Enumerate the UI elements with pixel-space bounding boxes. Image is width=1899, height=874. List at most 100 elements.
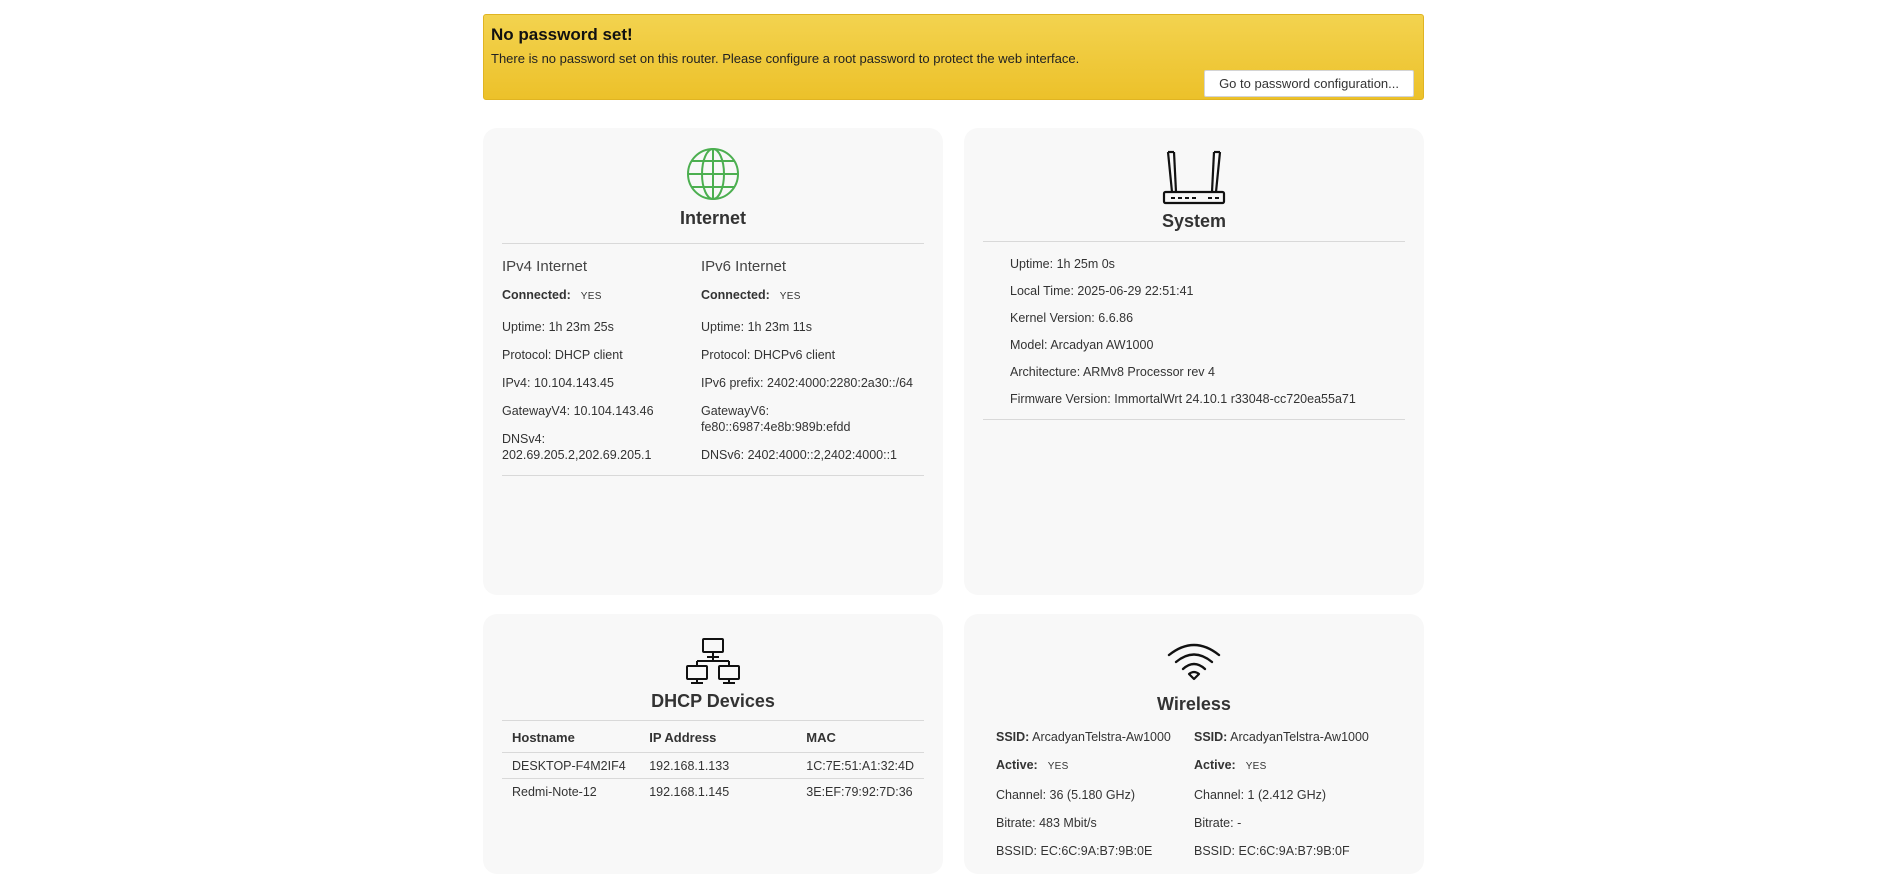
ipv6-protocol-row: Protocol: DHCPv6 client xyxy=(701,347,924,363)
ipv4-gateway-row: GatewayV4: 10.104.143.46 xyxy=(502,403,701,419)
ipv6-prefix-value: 2402:4000:2280:2a30::/64 xyxy=(767,376,913,390)
globe-icon xyxy=(687,148,739,200)
system-firmware-row: Firmware Version: ImmortalWrt 24.10.1 r3… xyxy=(1010,392,1378,407)
dhcp-col-mac: MAC xyxy=(796,720,924,753)
dhcp-title: DHCP Devices xyxy=(651,691,775,711)
ipv4-dns-label: DNSv4: xyxy=(502,432,546,446)
radio1-channel-label: Channel: xyxy=(996,788,1047,802)
radio2-active-value: YES xyxy=(1245,761,1267,772)
system-divider-bottom xyxy=(983,419,1405,420)
dhcp-table: Hostname IP Address MAC DESKTOP-F4M2IF4 … xyxy=(502,720,924,804)
network-icon xyxy=(686,638,740,684)
ipv6-uptime-value: 1h 23m 11s xyxy=(747,320,812,334)
radio2-channel-label: Channel: xyxy=(1194,788,1245,802)
dhcp-ip-cell: 192.168.1.133 xyxy=(639,752,797,779)
ipv6-gateway-label: GatewayV6: xyxy=(701,404,770,418)
radio1-active-row: Active: YES xyxy=(996,757,1194,775)
dhcp-mac-cell: 1C:7E:51:A1:32:4D xyxy=(796,752,924,779)
radio1-active-label: Active: xyxy=(996,758,1038,772)
radio2-active-label: Active: xyxy=(1194,758,1236,772)
ipv6-dns-label: DNSv6: xyxy=(701,448,745,462)
system-architecture-label: Architecture: xyxy=(1010,365,1081,379)
ipv6-prefix-label: IPv6 prefix: xyxy=(701,376,764,390)
dhcp-col-ip: IP Address xyxy=(639,720,797,753)
table-row: DESKTOP-F4M2IF4 192.168.1.133 1C:7E:51:A… xyxy=(502,752,924,779)
dhcp-mac-cell: 3E:EF:79:92:7D:36 xyxy=(796,778,924,804)
system-kernel-value: 6.6.86 xyxy=(1098,311,1134,325)
ipv4-uptime-value: 1h 23m 25s xyxy=(548,320,614,334)
radio1-ssid-value: ArcadyanTelstra-Aw1000 xyxy=(1032,730,1171,744)
ipv4-dns-row: DNSv4: 202.69.205.2,202.69.205.1 xyxy=(502,431,701,463)
wireless-radio-2: SSID: ArcadyanTelstra-Aw1000 Active: YES … xyxy=(1194,729,1392,871)
wifi-icon xyxy=(1167,643,1221,681)
ipv6-dns-value: 2402:4000::2,2402:4000::1 xyxy=(747,448,898,462)
ipv6-gateway-row: GatewayV6: fe80::6987:4e8b:989b:efdd xyxy=(701,403,924,435)
system-uptime-row: Uptime: 1h 25m 0s xyxy=(1010,257,1378,272)
radio1-ssid-row: SSID: ArcadyanTelstra-Aw1000 xyxy=(996,729,1194,745)
dhcp-hostname-cell: Redmi-Note-12 xyxy=(502,778,640,804)
radio2-bitrate-value: - xyxy=(1237,816,1242,830)
dhcp-icon-wrap xyxy=(483,614,943,685)
system-rows: Uptime: 1h 25m 0s Local Time: 2025-06-29… xyxy=(964,242,1424,407)
alert-message: There is no password set on this router.… xyxy=(491,51,1080,66)
ipv6-uptime-label: Uptime: xyxy=(701,320,745,334)
system-localtime-label: Local Time: xyxy=(1010,284,1074,298)
ipv4-heading: IPv4 Internet xyxy=(502,258,588,275)
radio2-bssid-label: BSSID: xyxy=(1194,844,1235,858)
ipv4-connected-row: Connected: YES xyxy=(502,287,701,305)
radio2-channel-value: 1 (2.412 GHz) xyxy=(1247,788,1327,802)
ipv6-gateway-value: fe80::6987:4e8b:989b:efdd xyxy=(701,420,851,434)
radio1-channel-row: Channel: 36 (5.180 GHz) xyxy=(996,787,1194,803)
system-kernel-label: Kernel Version: xyxy=(1010,311,1095,325)
system-card: System Uptime: 1h 25m 0s Local Time: 202… xyxy=(964,128,1424,595)
system-firmware-value: ImmortalWrt 24.10.1 r33048-cc720ea55a71 xyxy=(1114,392,1356,406)
radio2-bitrate-label: Bitrate: xyxy=(1194,816,1234,830)
dhcp-card: DHCP Devices Hostname IP Address MAC DES… xyxy=(483,614,943,874)
wireless-icon-wrap xyxy=(964,614,1424,681)
system-model-row: Model: Arcadyan AW1000 xyxy=(1010,338,1378,353)
ipv4-protocol-label: Protocol: xyxy=(502,348,552,362)
radio2-ssid-row: SSID: ArcadyanTelstra-Aw1000 xyxy=(1194,729,1392,745)
radio1-bitrate-label: Bitrate: xyxy=(996,816,1036,830)
system-localtime-value: 2025-06-29 22:51:41 xyxy=(1077,284,1194,298)
system-model-label: Model: xyxy=(1010,338,1048,352)
ipv4-protocol-value: DHCP client xyxy=(554,348,623,362)
ipv6-uptime-row: Uptime: 1h 23m 11s xyxy=(701,319,924,335)
radio1-bssid-value: EC:6C:9A:B7:9B:0E xyxy=(1040,844,1153,858)
dhcp-table-header: Hostname IP Address MAC xyxy=(502,720,924,753)
ipv4-gateway-label: GatewayV4: xyxy=(502,404,571,418)
ipv4-protocol-row: Protocol: DHCP client xyxy=(502,347,701,363)
ipv6-protocol-value: DHCPv6 client xyxy=(753,348,836,362)
ipv6-protocol-label: Protocol: xyxy=(701,348,751,362)
wireless-radio-1: SSID: ArcadyanTelstra-Aw1000 Active: YES … xyxy=(996,729,1194,871)
ipv4-address-row: IPv4: 10.104.143.45 xyxy=(502,375,701,391)
system-architecture-row: Architecture: ARMv8 Processor rev 4 xyxy=(1010,365,1378,380)
ipv4-dns-value: 202.69.205.2,202.69.205.1 xyxy=(502,448,652,462)
ipv4-gateway-value: 10.104.143.46 xyxy=(573,404,654,418)
table-row: Redmi-Note-12 192.168.1.145 3E:EF:79:92:… xyxy=(502,778,924,804)
ipv6-connected-row: Connected: YES xyxy=(701,287,924,305)
internet-card: Internet IPv4 Internet Connected: YES Upt… xyxy=(483,128,943,595)
password-config-button[interactable]: Go to password configuration... xyxy=(1204,70,1414,97)
system-kernel-row: Kernel Version: 6.6.86 xyxy=(1010,311,1378,326)
radio2-bitrate-row: Bitrate: - xyxy=(1194,815,1392,831)
internet-icon-wrap xyxy=(483,128,943,202)
no-password-alert: No password set! There is no password se… xyxy=(483,14,1424,100)
system-uptime-label: Uptime: xyxy=(1010,257,1054,271)
radio1-ssid-label: SSID: xyxy=(996,730,1030,744)
ipv6-heading: IPv6 Internet xyxy=(701,258,787,275)
radio2-ssid-label: SSID: xyxy=(1194,730,1228,744)
ipv4-column: IPv4 Internet Connected: YES Uptime: 1h 2… xyxy=(502,258,701,475)
dhcp-hostname-cell: DESKTOP-F4M2IF4 xyxy=(502,752,640,779)
system-architecture-value: ARMv8 Processor rev 4 xyxy=(1082,365,1215,379)
dhcp-col-hostname: Hostname xyxy=(502,720,640,753)
system-icon-wrap xyxy=(964,128,1424,206)
radio1-bitrate-value: 483 Mbit/s xyxy=(1039,816,1097,830)
ipv6-connected-value: YES xyxy=(779,291,801,302)
radio1-bitrate-row: Bitrate: 483 Mbit/s xyxy=(996,815,1194,831)
radio2-active-row: Active: YES xyxy=(1194,757,1392,775)
system-uptime-value: 1h 25m 0s xyxy=(1056,257,1115,271)
wireless-card: Wireless SSID: ArcadyanTelstra-Aw1000 Ac… xyxy=(964,614,1424,874)
system-firmware-label: Firmware Version: xyxy=(1010,392,1111,406)
radio2-bssid-row: BSSID: EC:6C:9A:B7:9B:0F xyxy=(1194,843,1392,859)
